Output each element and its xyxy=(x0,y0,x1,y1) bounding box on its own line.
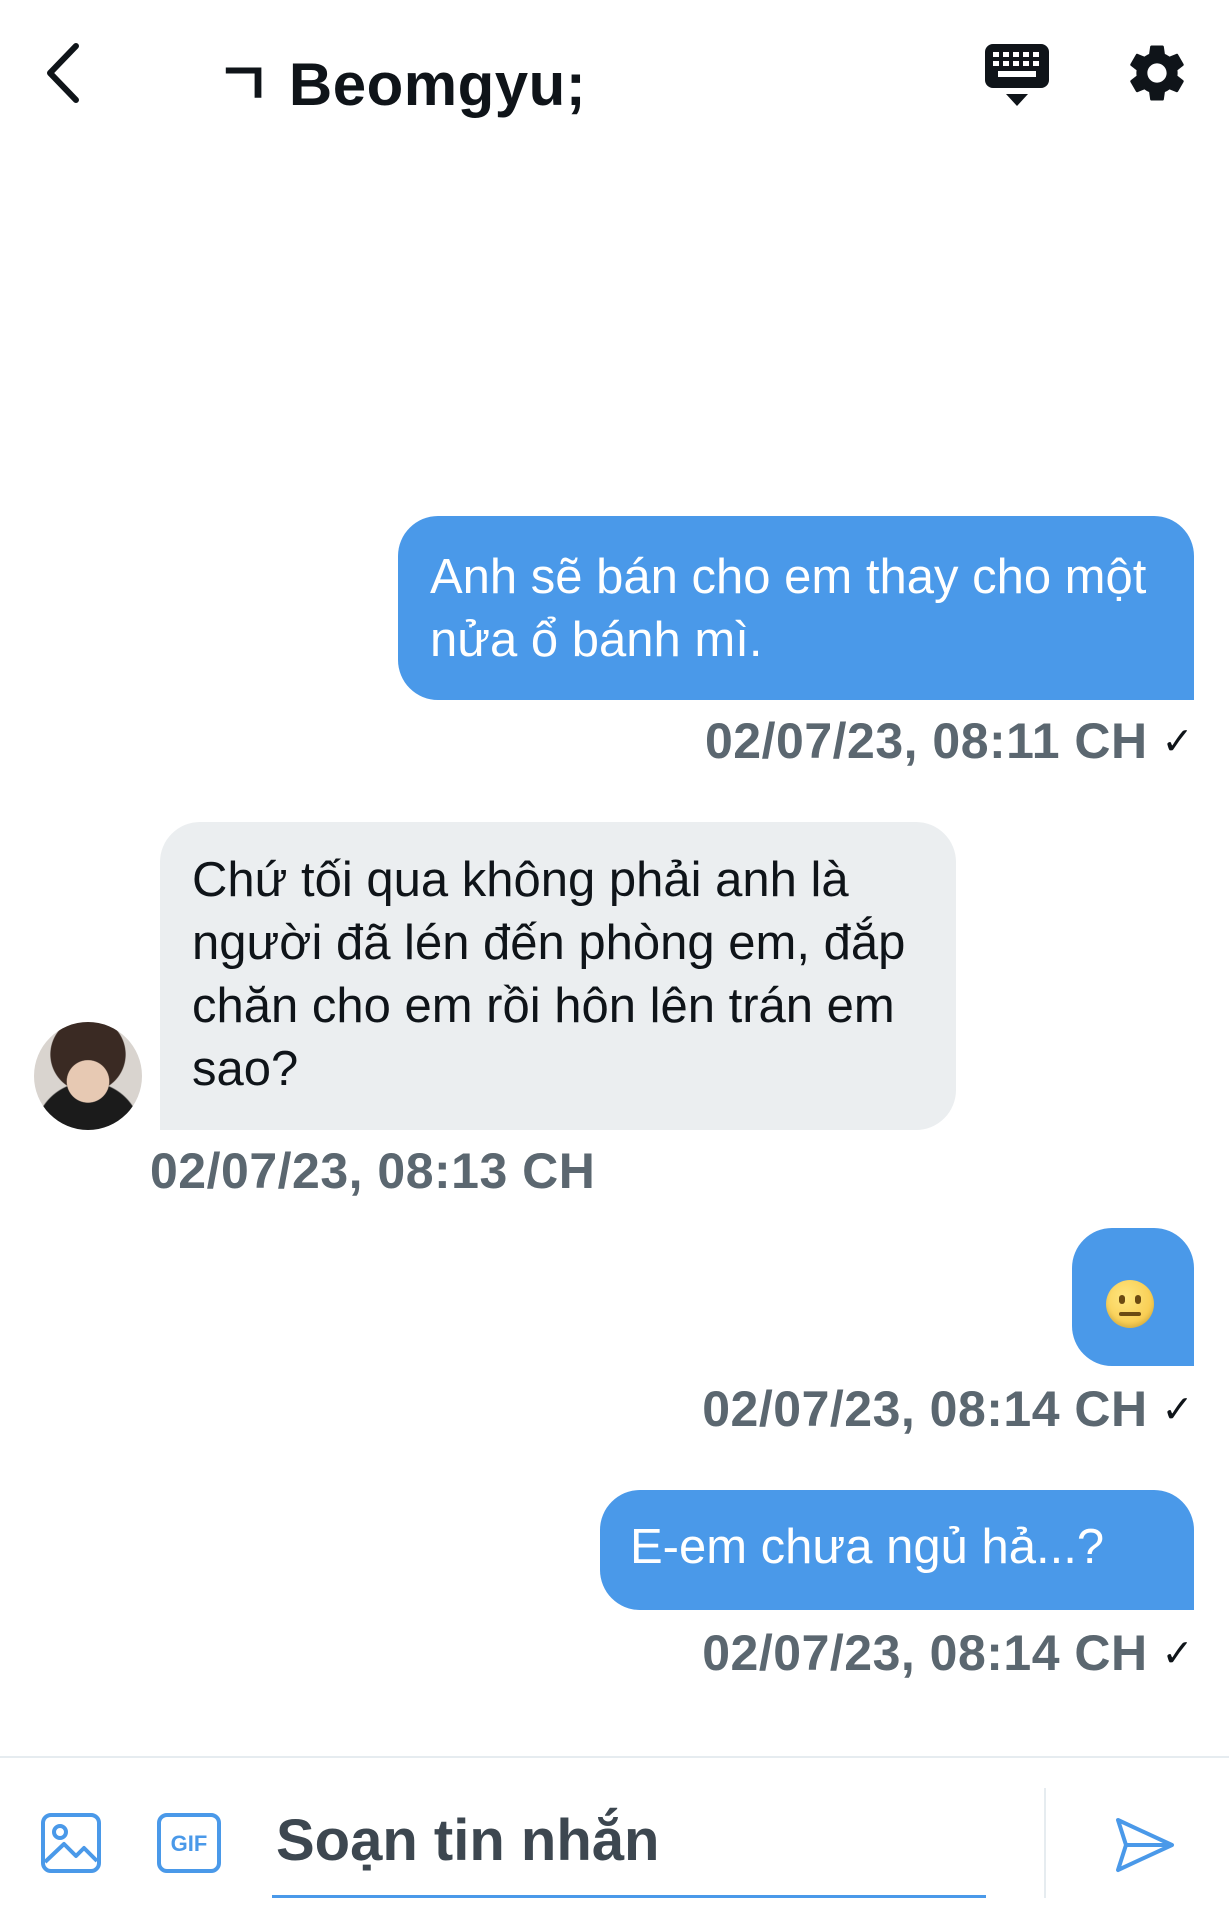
message-timestamp: 02/07/23, 08:11 CH ✓ xyxy=(705,712,1194,770)
settings-button[interactable] xyxy=(1124,40,1190,106)
timestamp-text: 02/07/23, 08:11 CH xyxy=(705,713,1148,769)
send-button[interactable] xyxy=(1112,1812,1178,1878)
gif-button[interactable]: GIF xyxy=(156,1812,222,1874)
sent-check-icon: ✓ xyxy=(1161,1633,1194,1675)
message-timestamp: 02/07/23, 08:14 CH ✓ xyxy=(702,1624,1194,1682)
avatar[interactable] xyxy=(34,1022,142,1130)
keyboard-icon xyxy=(985,44,1049,106)
message-input[interactable] xyxy=(272,1786,986,1898)
neutral-face-emoji xyxy=(1106,1280,1154,1328)
gear-icon xyxy=(1130,45,1184,101)
message-bubble-outgoing[interactable]: Anh sẽ bán cho em thay cho một nửa ổ bán… xyxy=(398,516,1194,700)
chevron-left-icon xyxy=(47,43,79,103)
timestamp-text: 02/07/23, 08:13 CH xyxy=(150,1143,596,1199)
composer-divider xyxy=(1044,1788,1046,1898)
send-icon xyxy=(1116,1818,1174,1872)
message-timestamp: 02/07/23, 08:14 CH ✓ xyxy=(702,1380,1194,1438)
message-bubble-outgoing[interactable]: E-em chưa ngủ hả...? xyxy=(600,1490,1194,1610)
keyboard-button[interactable] xyxy=(982,40,1052,108)
sent-check-icon: ✓ xyxy=(1161,721,1194,763)
message-composer: GIF xyxy=(0,1756,1229,1922)
timestamp-text: 02/07/23, 08:14 CH xyxy=(702,1625,1148,1681)
timestamp-text: 02/07/23, 08:14 CH xyxy=(702,1381,1148,1437)
gif-icon: GIF xyxy=(157,1813,221,1873)
image-icon xyxy=(41,1813,101,1873)
message-timestamp: 02/07/23, 08:13 CH xyxy=(150,1142,595,1200)
message-bubble-incoming[interactable]: Chứ tối qua không phải anh là người đã l… xyxy=(160,822,956,1130)
gif-label: GIF xyxy=(171,1831,208,1856)
add-media-button[interactable] xyxy=(40,1812,102,1874)
sent-check-icon: ✓ xyxy=(1161,1389,1194,1431)
conversation-header: ㄱ Beomgyu; xyxy=(0,0,1229,150)
conversation-title[interactable]: ㄱ Beomgyu; xyxy=(216,36,586,123)
back-button[interactable] xyxy=(40,38,100,108)
